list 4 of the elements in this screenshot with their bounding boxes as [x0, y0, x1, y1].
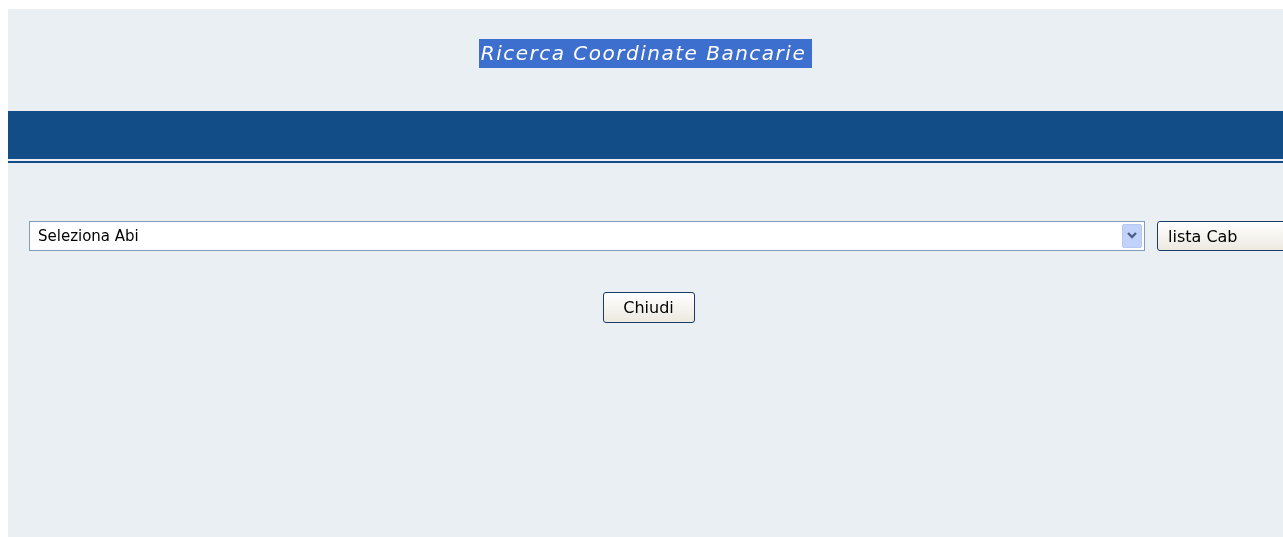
page-title: Ricerca Coordinate Bancarie — [478, 39, 813, 68]
abi-select[interactable]: Seleziona Abi — [29, 221, 1145, 251]
close-button[interactable]: Chiudi — [602, 292, 695, 323]
list-cab-button[interactable]: lista Cab — [1157, 221, 1283, 251]
